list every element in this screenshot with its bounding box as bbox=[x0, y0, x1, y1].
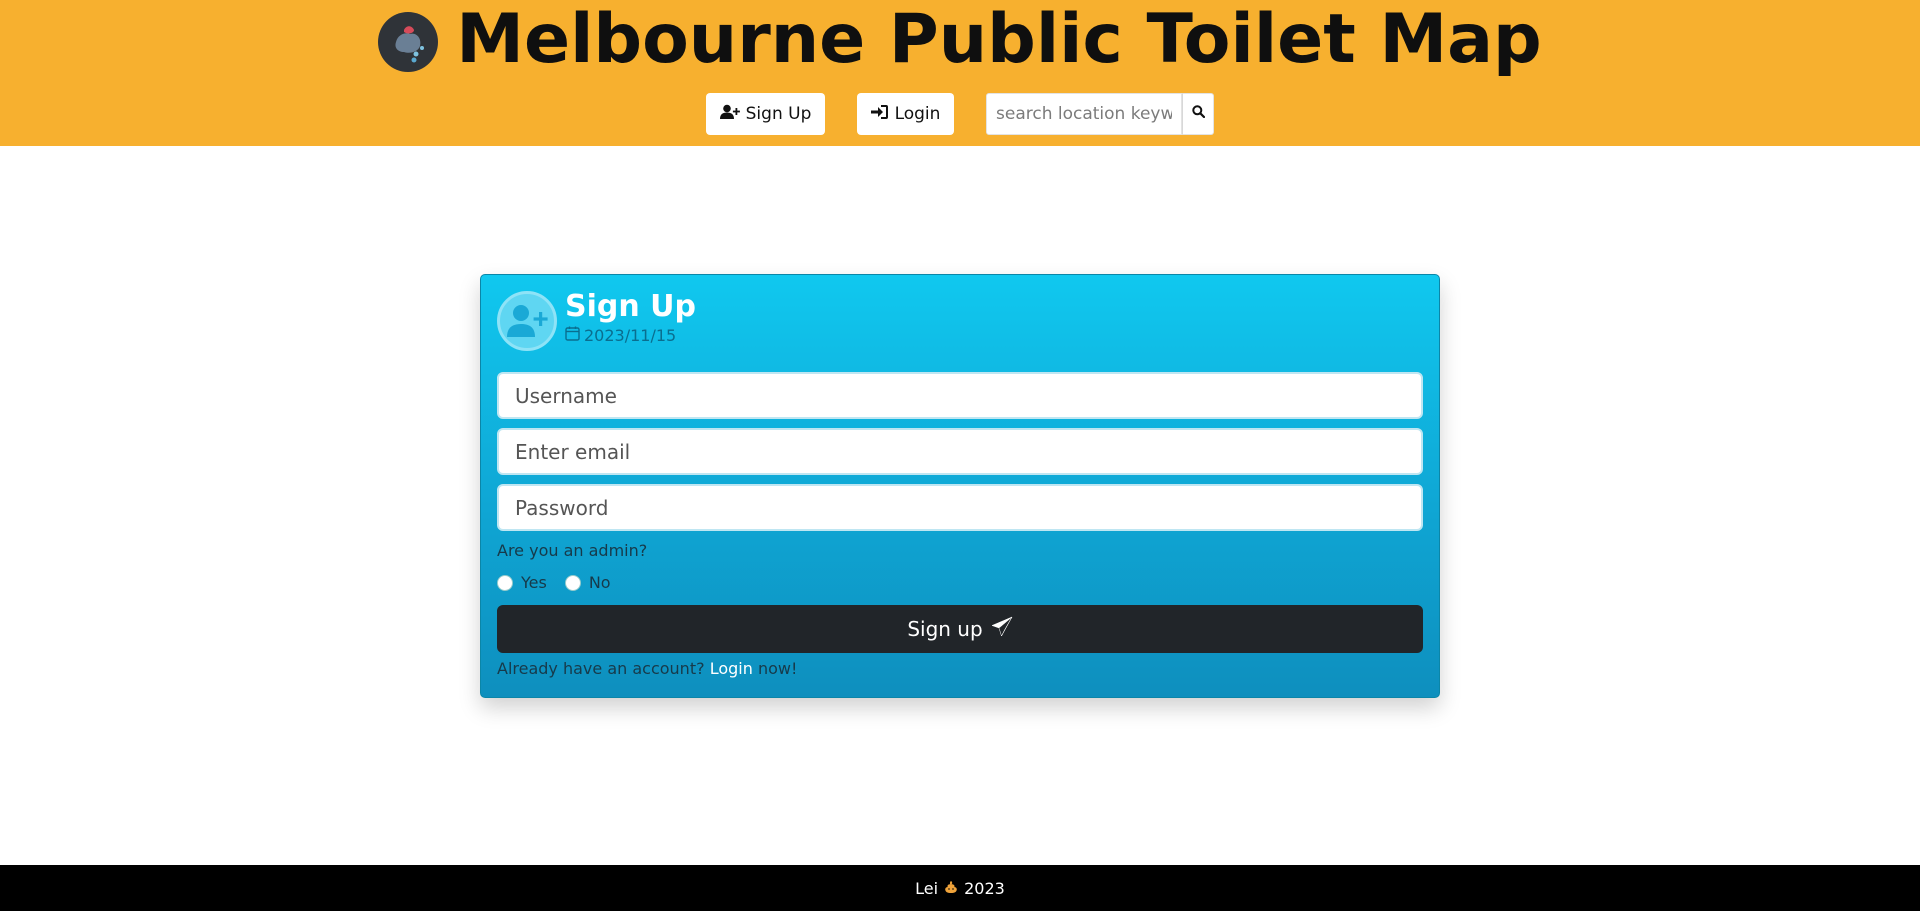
site-header: Melbourne Public Toilet Map Sign Up Logi… bbox=[0, 0, 1920, 146]
admin-no-label: No bbox=[588, 573, 611, 592]
signup-card: Sign Up 2023/11/15 Are you an admin? Yes… bbox=[480, 274, 1440, 698]
password-field[interactable] bbox=[497, 484, 1423, 531]
card-title: Sign Up bbox=[565, 289, 697, 324]
login-nav-label: Login bbox=[894, 104, 941, 124]
calendar-icon bbox=[565, 326, 580, 345]
signup-submit-label: Sign up bbox=[907, 617, 983, 641]
footer-author: Lei bbox=[915, 878, 939, 898]
signup-nav-label: Sign Up bbox=[745, 104, 812, 124]
admin-yes-label: Yes bbox=[521, 573, 547, 592]
admin-radio-group: Yes No bbox=[497, 573, 629, 592]
australia-map-logo-icon bbox=[378, 12, 439, 72]
admin-question: Are you an admin? bbox=[497, 541, 648, 560]
search-input[interactable] bbox=[986, 93, 1182, 135]
site-title: Melbourne Public Toilet Map bbox=[456, 0, 1542, 79]
search-button[interactable] bbox=[1182, 93, 1214, 135]
poop-icon bbox=[944, 879, 958, 898]
signup-nav-button[interactable]: Sign Up bbox=[706, 93, 825, 135]
site-footer: Lei 2023 bbox=[0, 865, 1920, 911]
login-prompt-prefix: Already have an account? bbox=[497, 659, 705, 678]
user-plus-icon bbox=[719, 104, 740, 125]
card-date-row: 2023/11/15 bbox=[565, 326, 676, 345]
search-icon bbox=[1191, 105, 1205, 123]
card-date: 2023/11/15 bbox=[584, 326, 677, 345]
login-link[interactable]: Login bbox=[710, 659, 753, 678]
signup-submit-button[interactable]: Sign up bbox=[497, 605, 1423, 653]
login-prompt-suffix: now! bbox=[757, 659, 798, 678]
nav-row: Sign Up Login bbox=[0, 93, 1920, 135]
footer-year: 2023 bbox=[964, 878, 1005, 898]
admin-no-radio[interactable] bbox=[564, 574, 581, 591]
email-field[interactable] bbox=[497, 428, 1423, 475]
sign-in-icon bbox=[870, 104, 889, 125]
username-field[interactable] bbox=[497, 372, 1423, 419]
login-prompt: Already have an account? Login now! bbox=[497, 659, 797, 678]
admin-yes-radio[interactable] bbox=[497, 574, 513, 591]
user-plus-avatar-icon bbox=[497, 291, 557, 351]
search-box bbox=[986, 93, 1214, 135]
title-row: Melbourne Public Toilet Map bbox=[0, 2, 1920, 78]
login-nav-button[interactable]: Login bbox=[857, 93, 954, 135]
paper-plane-icon bbox=[991, 616, 1013, 643]
